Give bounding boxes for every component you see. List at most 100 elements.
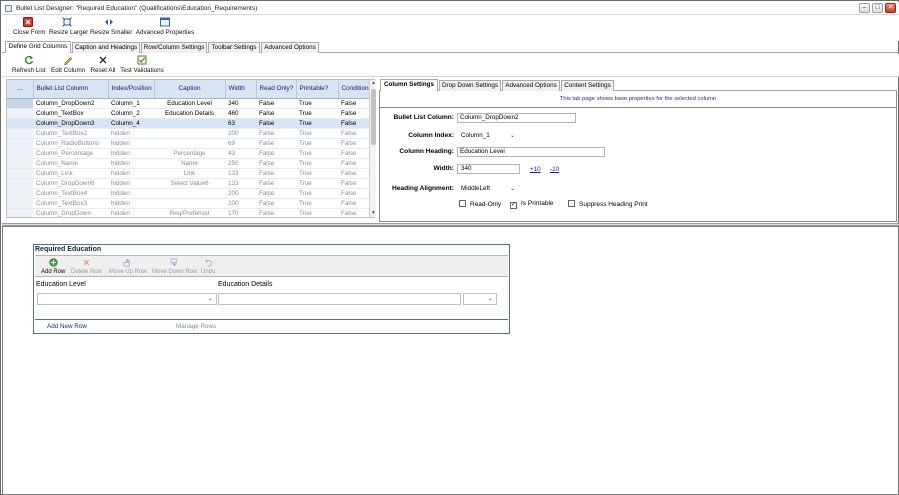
cell-caption[interactable] [154, 118, 225, 129]
delete-row-button[interactable]: Delete Row [71, 258, 102, 275]
scroll-down-arrow-icon[interactable]: ▼ [370, 210, 377, 217]
grid-header-printable[interactable]: Printable? [296, 80, 339, 99]
row-selector-cell[interactable] [7, 108, 33, 119]
cell-width[interactable]: 200 [225, 188, 256, 199]
cell-conditional[interactable]: False [338, 128, 372, 139]
grid-header-read-only[interactable]: Read Only? [256, 80, 297, 99]
cell-read-only[interactable]: False [256, 138, 296, 149]
suppress-heading-print-checkbox-box[interactable] [568, 200, 575, 207]
cell-bullet-list-column[interactable]: Column_Name [33, 158, 108, 169]
grid-header-conditional[interactable]: Conditional? [338, 80, 373, 99]
table-row[interactable]: Column_Name hidden Name 250 False True False [7, 158, 372, 169]
tab-drop-down-settings[interactable]: Drop Down Settings [439, 80, 501, 91]
row-selector-cell[interactable] [7, 208, 33, 217]
table-row[interactable]: Column_DropDown6 hidden Select Value6 133 Fa… [7, 178, 372, 189]
grid-header-caption[interactable]: Caption [154, 80, 226, 99]
table-row[interactable]: Column_DropDown hidden Req/Preferred 170 Fal… [7, 208, 372, 217]
grid-header-index-position[interactable]: Index/Position [108, 80, 155, 99]
table-row[interactable]: Column_TextBox2 hidden 200 False True False [7, 128, 372, 139]
cell-bullet-list-column[interactable]: Column_DropDown6 [33, 178, 108, 189]
cell-printable[interactable]: True [296, 188, 338, 199]
test-validations-button[interactable]: Test Validations [120, 54, 164, 78]
cell-printable[interactable]: True [296, 118, 338, 129]
cell-index-position[interactable]: hidden [108, 158, 154, 169]
width-increase-link[interactable]: +10 [530, 166, 541, 173]
undo-button[interactable]: Undo [201, 258, 215, 275]
grid-header-selector[interactable]: ... [7, 80, 34, 99]
cell-index-position[interactable]: hidden [108, 128, 154, 139]
row-selector-cell[interactable] [7, 168, 33, 179]
cell-conditional[interactable]: False [338, 138, 372, 149]
cell-read-only[interactable]: False [256, 98, 296, 109]
cell-caption[interactable] [154, 188, 225, 199]
cell-conditional[interactable]: False [338, 168, 372, 179]
move-down-row-button[interactable]: Move Down Row [152, 258, 197, 275]
cell-printable[interactable]: True [296, 168, 338, 179]
cell-index-position[interactable]: hidden [108, 168, 154, 179]
education-details-input[interactable] [218, 293, 461, 305]
cell-width[interactable]: 133 [225, 178, 256, 189]
cell-conditional[interactable]: False [338, 148, 372, 159]
table-row[interactable]: Column_TextBox4 hidden 200 False True False [7, 188, 372, 199]
table-row[interactable]: Column_DropDown2 Column_1 Education Level 3… [7, 98, 372, 109]
cell-printable[interactable]: True [296, 148, 338, 159]
cell-conditional[interactable]: False [338, 98, 372, 109]
cell-index-position[interactable]: hidden [108, 208, 154, 217]
cell-conditional[interactable]: False [338, 188, 372, 199]
cell-caption[interactable]: Link [154, 168, 225, 179]
cell-caption[interactable]: Education Level [154, 98, 225, 109]
cell-index-position[interactable]: hidden [108, 188, 154, 199]
reset-all-button[interactable]: Reset All [89, 54, 117, 78]
is-printable-checkbox[interactable]: ✓ Is Printable [510, 200, 554, 209]
add-row-button[interactable]: Add Row [41, 258, 65, 275]
read-only-checkbox[interactable]: Read-Only [459, 200, 501, 208]
cell-conditional[interactable]: False [338, 178, 372, 189]
close-window-button[interactable]: ✕ [885, 3, 896, 13]
cell-bullet-list-column[interactable]: Column_TextBox [33, 108, 108, 119]
row-selector-cell[interactable] [7, 158, 33, 169]
cell-read-only[interactable]: False [256, 148, 296, 159]
tab-column-settings[interactable]: Column Settings [380, 79, 438, 91]
cell-printable[interactable]: True [296, 128, 338, 139]
cell-index-position[interactable]: hidden [108, 198, 154, 209]
cell-caption[interactable]: Education Details [154, 108, 225, 119]
table-row[interactable]: Column_Percentage hidden Percentage 43 False… [7, 148, 372, 159]
row-selector-cell[interactable] [7, 98, 33, 109]
edit-column-button[interactable]: Edit Column [51, 54, 85, 78]
cell-index-position[interactable]: Column_4 [108, 118, 154, 129]
table-row[interactable]: Column_Link hidden Link 133 False True False [7, 168, 372, 179]
cell-caption[interactable]: Percentage [154, 148, 225, 159]
cell-bullet-list-column[interactable]: Column_TextBox4 [33, 188, 108, 199]
cell-read-only[interactable]: False [256, 208, 296, 217]
maximize-button[interactable]: □ [872, 3, 883, 13]
manage-rows-link[interactable]: Manage Rows [176, 323, 216, 330]
cell-width[interactable]: 69 [225, 138, 256, 149]
cell-conditional[interactable]: False [338, 118, 372, 129]
cell-index-position[interactable]: hidden [108, 178, 154, 189]
table-row[interactable]: Column_TextBox3 hidden 200 False True False [7, 198, 372, 209]
cell-index-position[interactable]: Column_1 [108, 98, 154, 109]
suppress-heading-print-checkbox[interactable]: Suppress Heading Print [568, 200, 648, 208]
table-row[interactable]: Column_RadioButtons hidden 69 False True Fals… [7, 138, 372, 149]
resize-larger-button[interactable]: Resize Larger [49, 16, 88, 40]
tab-row-column-settings[interactable]: Row/Column Settings [141, 42, 207, 53]
move-up-row-button[interactable]: Move Up Row [109, 258, 147, 275]
cell-read-only[interactable]: False [256, 158, 296, 169]
education-level-select[interactable]: ⌄ [37, 293, 217, 305]
cell-caption[interactable]: Req/Preferred [154, 208, 225, 217]
tab-toolbar-settings[interactable]: Toolbar Settings [208, 42, 260, 53]
cell-printable[interactable]: True [296, 198, 338, 209]
cell-width[interactable]: 250 [225, 158, 256, 169]
row-selector-cell[interactable] [7, 128, 33, 139]
column-heading-field[interactable]: Education Level [457, 147, 605, 157]
read-only-checkbox-box[interactable] [459, 200, 466, 207]
scroll-up-arrow-icon[interactable]: ▲ [370, 80, 377, 87]
column-index-select[interactable]: Column_1 ⌄ [459, 131, 517, 141]
cell-printable[interactable]: True [296, 98, 338, 109]
cell-read-only[interactable]: False [256, 168, 296, 179]
cell-caption[interactable]: Select Value6 [154, 178, 225, 189]
advanced-properties-button[interactable]: Advanced Properties [135, 16, 195, 40]
cell-width[interactable]: 340 [225, 98, 256, 109]
cell-bullet-list-column[interactable]: Column_DropDown3 [33, 118, 108, 129]
minimize-button[interactable]: – [859, 3, 870, 13]
